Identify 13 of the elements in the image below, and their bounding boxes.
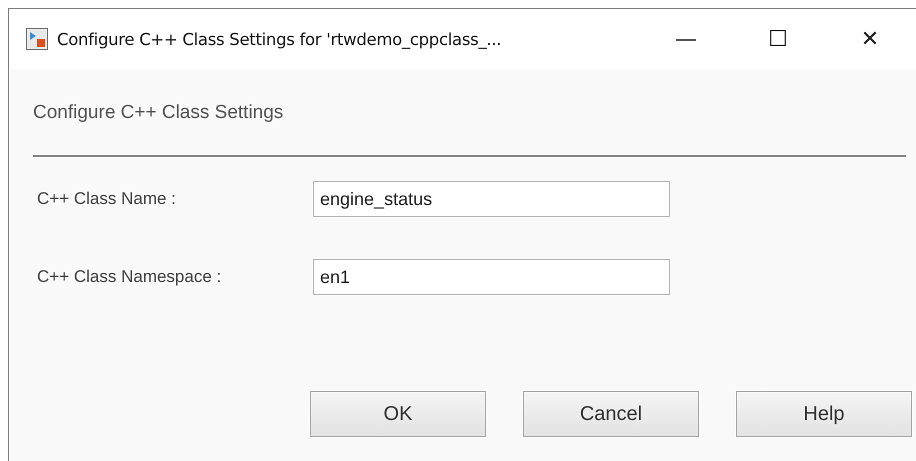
cancel-button[interactable]: Cancel <box>523 391 699 437</box>
field-label: C++ Class Name : <box>36 189 177 209</box>
field-label: C++ Class Namespace : <box>36 267 222 287</box>
app-icon <box>26 28 48 50</box>
input-field[interactable]: en1 <box>313 259 670 295</box>
close-button[interactable]: ✕ <box>824 15 916 63</box>
help-button[interactable]: Help <box>736 391 912 437</box>
maximize-button[interactable]: ☐ <box>732 15 824 63</box>
dialog-heading: Configure C++ Class Settings <box>33 101 284 125</box>
window-title: Configure C++ Class Settings for 'rtwdemo_cppclass_... <box>57 30 502 48</box>
input-field[interactable]: engine_status <box>313 181 670 217</box>
ok-button[interactable]: OK <box>310 391 486 437</box>
minimize-button[interactable]: — <box>640 15 732 63</box>
